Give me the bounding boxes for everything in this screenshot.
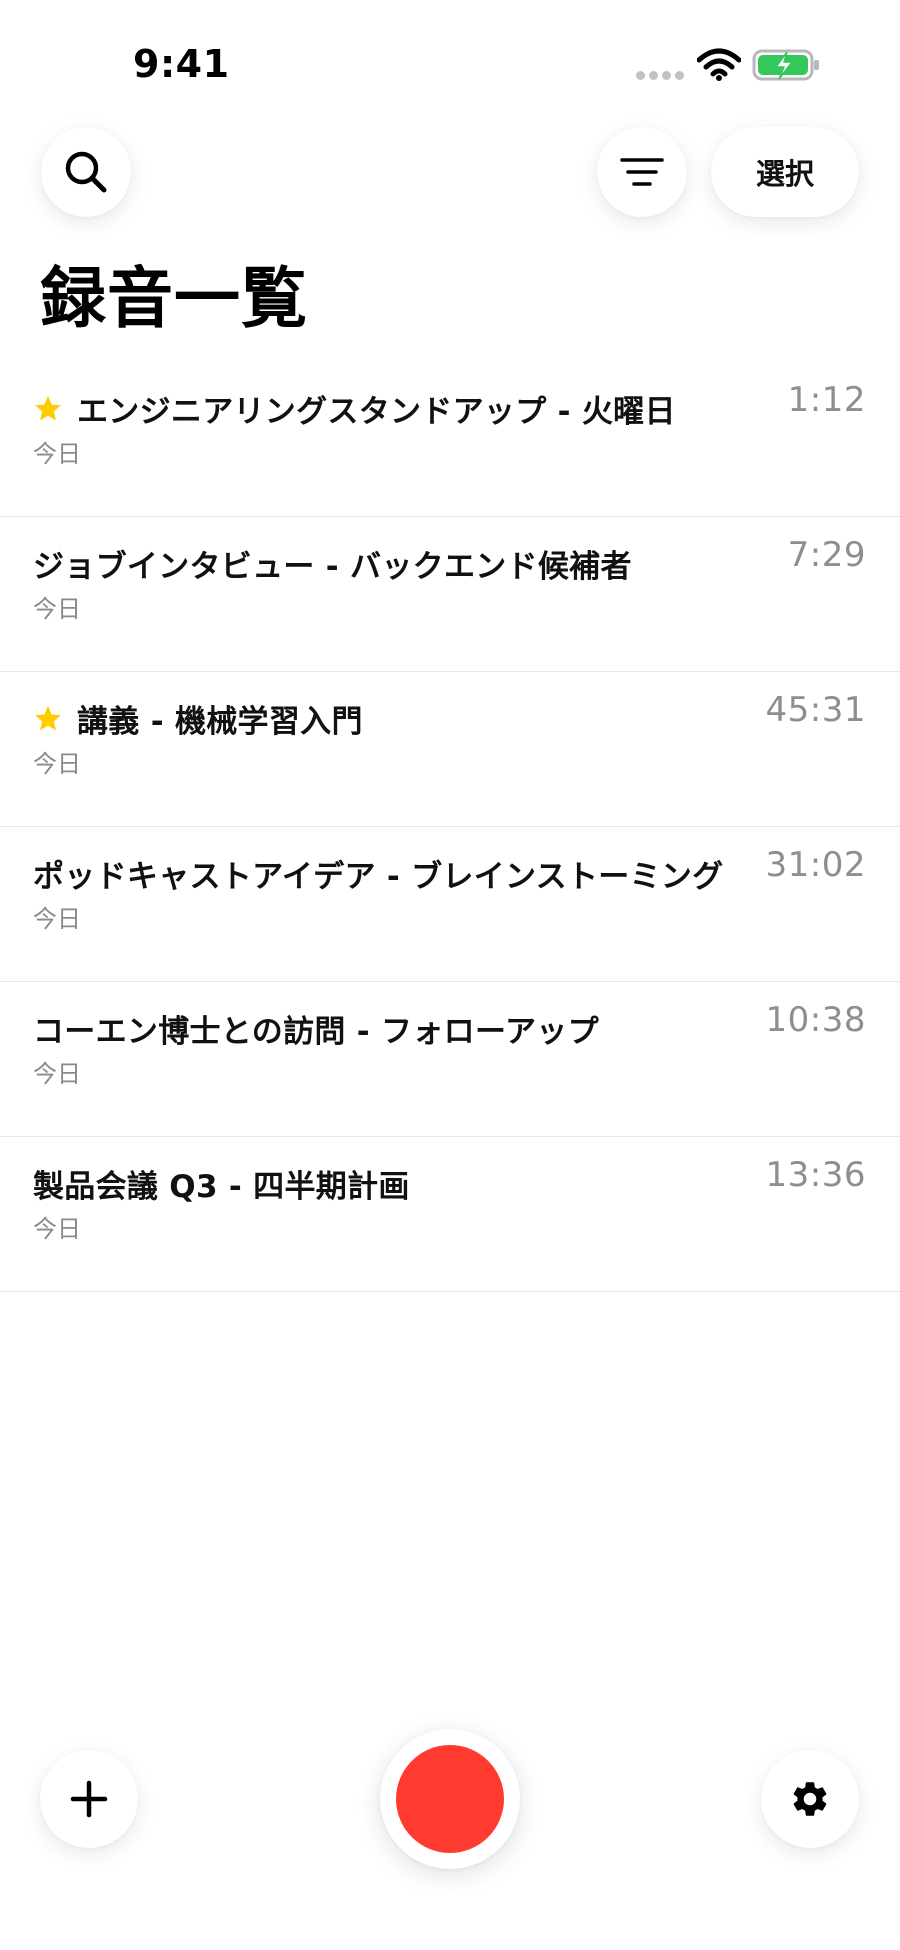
- recording-title: 製品会議 Q3 - 四半期計画: [33, 1169, 410, 1205]
- recording-duration: 1:12: [787, 380, 866, 420]
- record-button[interactable]: [380, 1729, 520, 1869]
- recording-duration: 7:29: [787, 535, 866, 575]
- recording-duration: 31:02: [765, 845, 866, 885]
- recording-date: 今日: [33, 1060, 81, 1088]
- recording-date: 今日: [33, 905, 81, 933]
- status-time: 9:41: [133, 42, 230, 86]
- filter-button[interactable]: [597, 127, 687, 217]
- settings-button[interactable]: [761, 1750, 859, 1848]
- list-item[interactable]: ジョブインタビュー - バックエンド候補者 今日 7:29: [0, 517, 900, 672]
- battery-charging-icon: [752, 49, 819, 81]
- wifi-icon: [697, 48, 741, 81]
- recording-title: ジョブインタビュー - バックエンド候補者: [33, 549, 632, 585]
- search-button[interactable]: [41, 127, 131, 217]
- gear-icon: [793, 1782, 827, 1816]
- page-title: 録音一覧: [40, 260, 308, 337]
- recording-title: エンジニアリングスタンドアップ - 火曜日: [77, 394, 676, 430]
- star-icon: [35, 395, 61, 420]
- record-icon: [396, 1745, 504, 1853]
- recording-date: 今日: [33, 1215, 81, 1243]
- signal-dots-icon: [636, 71, 684, 81]
- list-item[interactable]: 講義 - 機械学習入門 今日 45:31: [0, 672, 900, 827]
- recording-duration: 10:38: [765, 1000, 866, 1040]
- list-item[interactable]: 製品会議 Q3 - 四半期計画 今日 13:36: [0, 1137, 900, 1292]
- recording-date: 今日: [33, 440, 81, 468]
- filter-icon: [620, 158, 664, 186]
- recording-date: 今日: [33, 750, 81, 778]
- add-button[interactable]: [40, 1750, 138, 1848]
- select-button[interactable]: 選択: [711, 127, 859, 217]
- list-item[interactable]: コーエン博士との訪問 - フォローアップ 今日 10:38: [0, 982, 900, 1137]
- list-item[interactable]: エンジニアリングスタンドアップ - 火曜日 今日 1:12: [0, 362, 900, 517]
- recordings-list: エンジニアリングスタンドアップ - 火曜日 今日 1:12 ジョブインタビュー …: [0, 362, 900, 1292]
- status-bar: 9:41: [0, 0, 900, 120]
- recording-duration: 13:36: [765, 1155, 866, 1195]
- recording-title: 講義 - 機械学習入門: [77, 704, 363, 740]
- star-icon: [35, 705, 61, 730]
- recording-title: ポッドキャストアイデア - ブレインストーミング: [33, 859, 724, 895]
- recording-duration: 45:31: [765, 690, 866, 730]
- recording-date: 今日: [33, 595, 81, 623]
- search-icon: [65, 151, 107, 193]
- plus-icon: [70, 1780, 108, 1818]
- list-item[interactable]: ポッドキャストアイデア - ブレインストーミング 今日 31:02: [0, 827, 900, 982]
- recording-title: コーエン博士との訪問 - フォローアップ: [33, 1014, 599, 1050]
